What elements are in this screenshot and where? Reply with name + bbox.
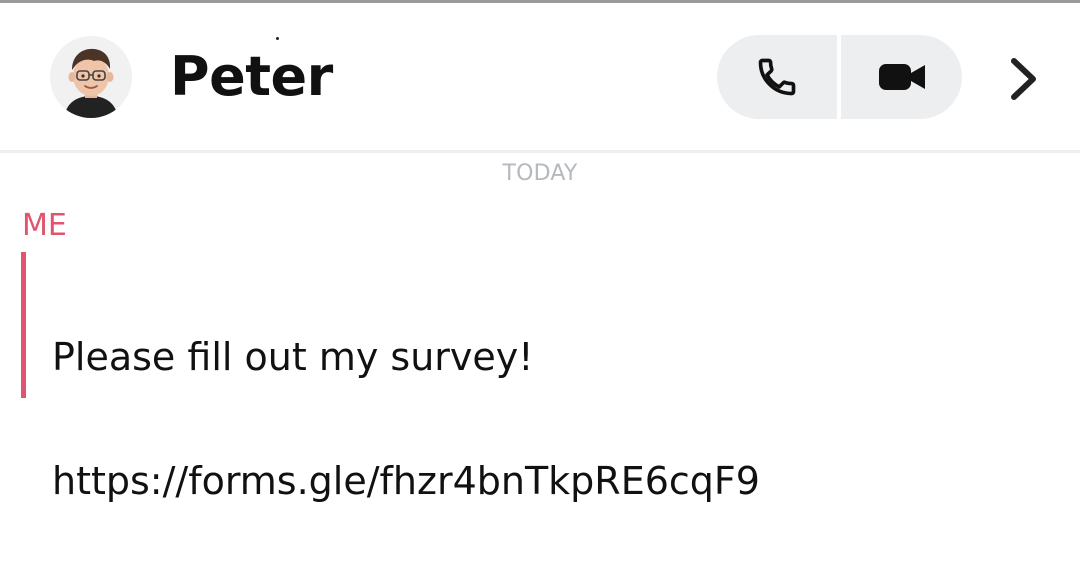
- chat-details-button[interactable]: [995, 51, 1051, 107]
- decorative-dot: [276, 37, 279, 40]
- video-call-button[interactable]: [841, 35, 962, 119]
- voice-call-button[interactable]: [717, 35, 837, 119]
- date-separator: TODAY: [502, 161, 578, 186]
- contact-name[interactable]: Peter: [170, 45, 333, 109]
- chevron-right-icon: [1011, 58, 1036, 100]
- bitmoji-avatar-icon: [50, 36, 132, 118]
- video-camera-icon: [878, 64, 925, 90]
- message-line: Please fill out my survey!: [52, 335, 534, 379]
- message-accent-bar: [21, 252, 26, 398]
- message-link[interactable]: https://forms.gle/fhzr4bnTkpRE6cqF9: [52, 450, 1062, 512]
- contact-avatar[interactable]: [50, 36, 132, 118]
- message-sender-label: ME: [22, 208, 67, 243]
- chat-header: Peter: [0, 3, 1080, 150]
- message-body[interactable]: Please fill out my survey! https://forms…: [52, 264, 1062, 574]
- call-button-group: [717, 35, 962, 119]
- header-divider: [0, 150, 1080, 153]
- phone-icon: [758, 58, 796, 96]
